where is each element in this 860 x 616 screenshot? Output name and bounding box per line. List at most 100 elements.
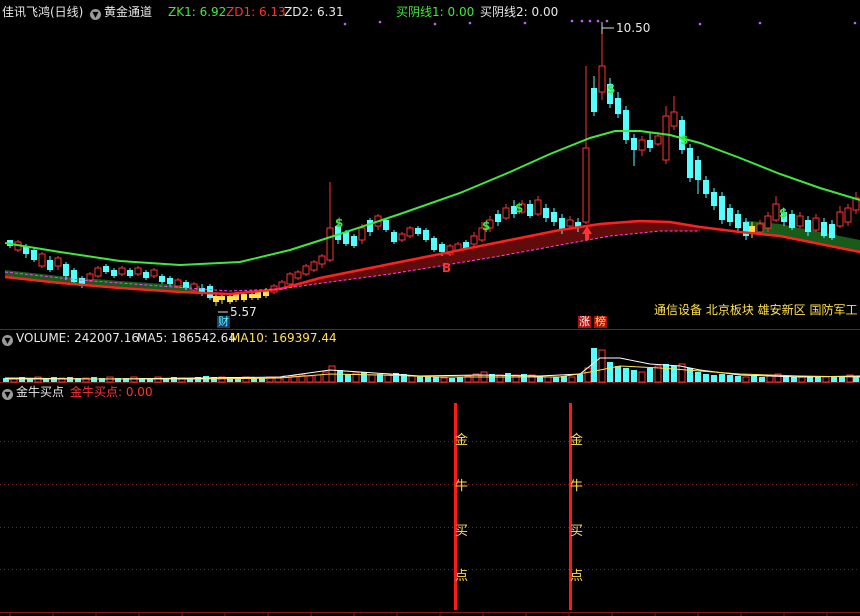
signal-value: 金牛买点: 0.00 bbox=[70, 385, 153, 399]
candle bbox=[727, 204, 733, 226]
volume-bar bbox=[623, 368, 629, 382]
candle bbox=[852, 192, 860, 214]
candle bbox=[391, 230, 397, 244]
volume-bar bbox=[449, 378, 455, 382]
candle bbox=[47, 256, 53, 272]
volume-bar bbox=[440, 377, 448, 383]
volume-bar bbox=[703, 374, 709, 382]
candle bbox=[695, 156, 701, 194]
volume-selector[interactable]: ▼ VOLUME: 242007.16 bbox=[2, 331, 139, 346]
high-price-label: 10.50 bbox=[616, 21, 651, 35]
candle bbox=[143, 270, 149, 280]
signal-char: 金 bbox=[570, 433, 584, 448]
volume-bar bbox=[822, 376, 830, 383]
candle bbox=[398, 232, 406, 242]
volume-bar bbox=[735, 376, 741, 382]
candle bbox=[623, 106, 629, 144]
signal-dot bbox=[523, 21, 527, 25]
candle bbox=[190, 282, 198, 292]
volume-bar bbox=[584, 367, 592, 383]
candle bbox=[495, 210, 501, 226]
candle bbox=[470, 232, 478, 246]
candle bbox=[302, 264, 310, 276]
candle bbox=[647, 132, 653, 152]
candle bbox=[534, 196, 542, 216]
candle bbox=[406, 226, 414, 238]
candle bbox=[318, 254, 326, 268]
volume-ma10: MA10: 169397.44 bbox=[230, 331, 337, 345]
volume-bar bbox=[719, 374, 725, 382]
volume-bar bbox=[598, 349, 606, 383]
buy-line2-value: 买阴线2: 0.00 bbox=[480, 5, 559, 19]
candle bbox=[631, 134, 637, 166]
candle bbox=[502, 204, 510, 220]
candle bbox=[591, 76, 597, 116]
candle bbox=[310, 260, 318, 272]
volume-bar bbox=[751, 376, 757, 382]
zk1-value: ZK1: 6.92 bbox=[168, 5, 227, 19]
candle bbox=[423, 228, 429, 242]
volume-bar bbox=[647, 368, 653, 382]
volume-bar bbox=[577, 374, 583, 382]
candle bbox=[111, 268, 117, 278]
volume-value: VOLUME: 242007.16 bbox=[16, 331, 139, 345]
candle bbox=[687, 144, 693, 182]
signal-dot bbox=[758, 21, 762, 25]
signal-char: 牛 bbox=[455, 479, 469, 494]
signal-dot bbox=[433, 22, 437, 26]
candle bbox=[71, 268, 77, 284]
candle bbox=[367, 218, 373, 236]
signal-char: 买 bbox=[570, 524, 584, 539]
volume-bar bbox=[607, 362, 613, 382]
stock-title: 佳讯飞鸿(日线) bbox=[2, 5, 84, 19]
candle bbox=[796, 212, 804, 228]
buy-line1-value: 买阴线1: 0.00 bbox=[396, 5, 475, 19]
candle bbox=[844, 204, 852, 226]
candle bbox=[711, 188, 717, 210]
candle bbox=[286, 272, 294, 286]
chevron-down-icon[interactable]: ▼ bbox=[2, 335, 13, 346]
zd2-value: ZD2: 6.31 bbox=[284, 5, 344, 19]
signal-char: 点 bbox=[455, 569, 469, 584]
candle bbox=[821, 218, 827, 238]
signal-dot bbox=[596, 19, 600, 23]
dollar-marker: $ bbox=[680, 133, 689, 147]
candle bbox=[31, 248, 37, 262]
indicator-name: 黄金通道 bbox=[104, 5, 153, 19]
candle bbox=[789, 210, 795, 230]
volume-bar bbox=[425, 377, 431, 382]
candle bbox=[415, 226, 421, 236]
candle bbox=[118, 266, 126, 276]
candle bbox=[615, 92, 621, 118]
volume-bar bbox=[638, 371, 646, 383]
zd1-value: ZD1: 6.13 bbox=[226, 5, 286, 19]
volume-bar bbox=[807, 377, 813, 382]
chevron-down-icon[interactable]: ▼ bbox=[2, 389, 13, 400]
candle bbox=[351, 234, 357, 248]
candle bbox=[294, 270, 302, 280]
volume-bar bbox=[408, 375, 416, 383]
volume-bar bbox=[759, 377, 765, 382]
signal-dot bbox=[378, 20, 382, 24]
concept-tags: 通信设备 北京板块 雄安新区 国防军工 bbox=[654, 303, 858, 317]
signal-title: 金牛买点 bbox=[16, 385, 65, 399]
signal-char: 买 bbox=[455, 524, 469, 539]
candle bbox=[326, 182, 334, 262]
candle bbox=[543, 204, 549, 222]
chevron-down-icon[interactable]: ▼ bbox=[90, 9, 101, 20]
signal-selector[interactable]: ▼ 金牛买点 bbox=[2, 385, 64, 400]
volume-bar bbox=[496, 374, 504, 383]
indicator-selector[interactable]: ▼ 黄金通道 bbox=[90, 5, 152, 20]
volume-bar bbox=[695, 372, 701, 382]
candle bbox=[582, 66, 590, 224]
volume-bar bbox=[727, 375, 733, 382]
volume-bar bbox=[433, 377, 439, 382]
candle bbox=[551, 208, 557, 226]
candle bbox=[103, 264, 109, 274]
volume-bar bbox=[457, 377, 463, 382]
signal-char: 点 bbox=[570, 569, 584, 584]
volume-bar bbox=[663, 364, 669, 382]
dollar-marker: $ bbox=[515, 201, 524, 215]
volume-bar bbox=[711, 375, 717, 382]
volume-bar bbox=[742, 376, 750, 383]
